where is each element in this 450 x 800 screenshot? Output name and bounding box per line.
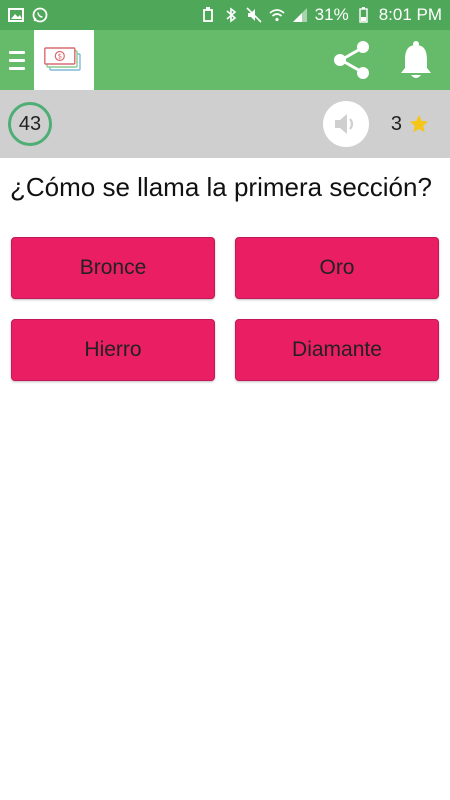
info-bar: 43 3	[0, 90, 450, 158]
hamburger-icon-line	[9, 66, 25, 70]
star-score: 3	[391, 113, 430, 136]
whatsapp-icon	[32, 7, 48, 23]
hamburger-icon-line	[9, 50, 25, 54]
answer-button-1[interactable]: Bronce	[11, 237, 215, 299]
menu-button[interactable]	[0, 30, 34, 90]
star-count: 3	[390, 112, 402, 135]
answer-button-3[interactable]: Hierro	[11, 319, 215, 381]
status-bar-right: 31% 8:01 PM	[200, 5, 442, 25]
status-bar: 31% 8:01 PM	[0, 0, 450, 30]
bluetooth-icon	[223, 7, 239, 23]
clock: 8:01 PM	[378, 5, 442, 24]
question-text: ¿Cómo se llama la primera sección?	[10, 172, 432, 202]
share-button[interactable]	[330, 38, 374, 82]
share-icon	[334, 41, 369, 79]
bell-icon	[401, 41, 431, 78]
status-bar-left	[8, 7, 48, 23]
usb-icon	[200, 7, 216, 23]
answer-button-4[interactable]: Diamante	[235, 319, 439, 381]
countdown-timer: 43	[8, 102, 52, 146]
money-logo-icon[interactable]: $	[34, 30, 94, 90]
app-bar: $	[0, 30, 450, 90]
mute-icon	[246, 7, 262, 23]
battery-percent: 31%	[314, 5, 349, 24]
signal-icon	[292, 7, 308, 23]
app-bar-actions	[330, 38, 450, 82]
answer-grid: Bronce Oro Hierro Diamante	[11, 237, 439, 381]
hamburger-icon-line	[9, 58, 25, 62]
sound-toggle-button[interactable]	[322, 101, 369, 147]
answer-button-2[interactable]: Oro	[235, 237, 439, 299]
speaker-icon	[334, 114, 353, 134]
wifi-icon	[269, 7, 285, 23]
notifications-button[interactable]	[394, 38, 438, 82]
svg-text:$: $	[58, 53, 62, 61]
star-icon	[409, 114, 429, 133]
image-icon	[8, 7, 24, 23]
battery-icon	[356, 7, 372, 23]
